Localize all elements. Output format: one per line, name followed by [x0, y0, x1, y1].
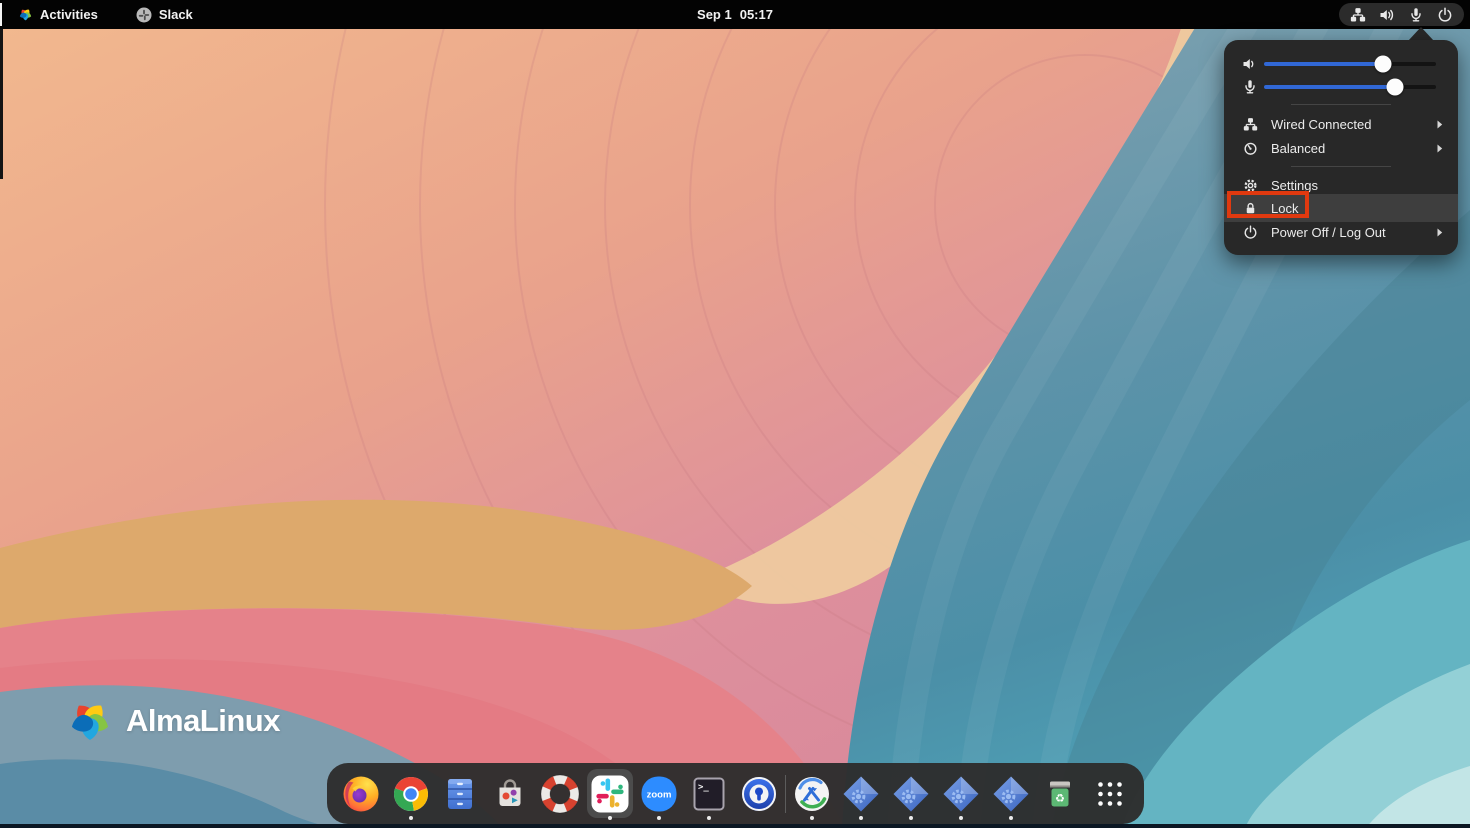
menu-item-label: Power Off / Log Out — [1271, 225, 1386, 240]
dock-item-executable-3[interactable] — [936, 763, 986, 824]
screen-edge-artifact — [0, 29, 3, 179]
firefox-icon — [341, 774, 381, 814]
svg-text:♻: ♻ — [1055, 792, 1065, 805]
brand-text: AlmaLinux — [126, 703, 280, 739]
menu-pointer — [1408, 27, 1434, 41]
executable-app-icon — [841, 774, 881, 814]
running-indicator — [657, 816, 661, 820]
dock-item-trash[interactable]: ♻ — [1035, 763, 1085, 824]
dock-item-files[interactable] — [436, 763, 486, 824]
power-icon — [1242, 225, 1258, 240]
1password-icon — [739, 774, 779, 814]
almalinux-logo-icon — [18, 7, 33, 22]
system-menu: Wired Connected Balanced — [1224, 40, 1458, 255]
volume-slider[interactable] — [1264, 62, 1436, 66]
network-wired-icon — [1242, 117, 1258, 132]
dock-item-zoom[interactable]: zoom — [635, 763, 685, 824]
menu-item-label: Wired Connected — [1271, 117, 1371, 132]
volume-icon — [1242, 56, 1258, 72]
executable-app-icon — [891, 774, 931, 814]
running-indicator — [707, 816, 711, 820]
running-indicator — [859, 816, 863, 820]
lock-annotation — [1227, 191, 1309, 218]
running-indicator — [810, 816, 814, 820]
slack-icon — [590, 774, 630, 814]
executable-app-icon — [941, 774, 981, 814]
menu-item-label: Balanced — [1271, 141, 1325, 156]
files-icon — [440, 774, 480, 814]
clock-date: Sep 1 — [697, 7, 732, 22]
dock-item-firefox[interactable] — [336, 763, 386, 824]
dock-item-executable-2[interactable] — [886, 763, 936, 824]
dock-item-chrome[interactable] — [386, 763, 436, 824]
activities-button[interactable]: Activities — [8, 0, 108, 29]
chevron-right-icon — [1437, 144, 1443, 153]
dock-item-help[interactable] — [535, 763, 585, 824]
volume-icon — [1379, 7, 1395, 23]
dock-item-1password[interactable] — [734, 763, 784, 824]
almalinux-branding: AlmaLinux — [66, 697, 280, 745]
menu-item-wired-connected[interactable]: Wired Connected — [1224, 112, 1458, 136]
microphone-slider-row — [1224, 75, 1458, 99]
trash-icon: ♻ — [1040, 774, 1080, 814]
clock-time: 05:17 — [740, 7, 773, 22]
chevron-right-icon — [1437, 120, 1443, 129]
dock-item-remote-viewer[interactable] — [787, 763, 837, 824]
svg-text:zoom: zoom — [647, 789, 672, 800]
dock-item-executable-1[interactable] — [836, 763, 886, 824]
slack-indicator-label: Slack — [159, 7, 193, 22]
menu-item-power-off[interactable]: Power Off / Log Out — [1224, 220, 1458, 244]
running-indicator — [608, 816, 612, 820]
system-tray-button[interactable] — [1339, 3, 1464, 26]
dock-item-app-grid[interactable] — [1085, 763, 1135, 824]
screen-bottom-edge — [0, 824, 1470, 828]
running-indicator — [409, 816, 413, 820]
dock-item-executable-4[interactable] — [986, 763, 1036, 824]
menu-item-power-profile[interactable]: Balanced — [1224, 136, 1458, 160]
almalinux-logo-icon — [66, 697, 114, 745]
remote-viewer-icon — [792, 774, 832, 814]
zoom-icon: zoom — [639, 774, 679, 814]
microphone-icon — [1408, 7, 1424, 23]
help-icon — [540, 774, 580, 814]
chrome-icon — [391, 774, 431, 814]
slack-tray-icon — [136, 7, 152, 23]
menu-divider — [1291, 104, 1391, 105]
chevron-right-icon — [1437, 228, 1443, 237]
svg-text:>_: >_ — [698, 782, 709, 792]
app-grid-icon — [1090, 774, 1130, 814]
executable-app-icon — [991, 774, 1031, 814]
clock-button[interactable]: Sep 1 05:17 — [697, 7, 773, 22]
terminal-icon: >_ — [689, 774, 729, 814]
microphone-icon — [1242, 79, 1258, 95]
dock-item-slack[interactable] — [585, 763, 635, 824]
running-indicator — [1009, 816, 1013, 820]
running-indicator — [959, 816, 963, 820]
desktop-screen: AlmaLinux Activities — [0, 0, 1470, 828]
dock-item-terminal[interactable]: >_ — [684, 763, 734, 824]
microphone-slider[interactable] — [1264, 85, 1436, 89]
activities-label: Activities — [40, 7, 98, 22]
slack-indicator[interactable]: Slack — [126, 0, 203, 29]
power-profile-icon — [1242, 141, 1258, 156]
running-indicator — [909, 816, 913, 820]
dock-item-software[interactable] — [485, 763, 535, 824]
menu-divider — [1291, 166, 1391, 167]
network-wired-icon — [1350, 7, 1366, 23]
top-bar: Activities Slack Sep 1 05:17 — [0, 0, 1470, 29]
power-icon — [1437, 7, 1453, 23]
volume-slider-row — [1224, 52, 1458, 76]
software-icon — [490, 774, 530, 814]
screen-edge-tick — [0, 3, 2, 26]
dock: zoom >_ — [327, 763, 1144, 824]
